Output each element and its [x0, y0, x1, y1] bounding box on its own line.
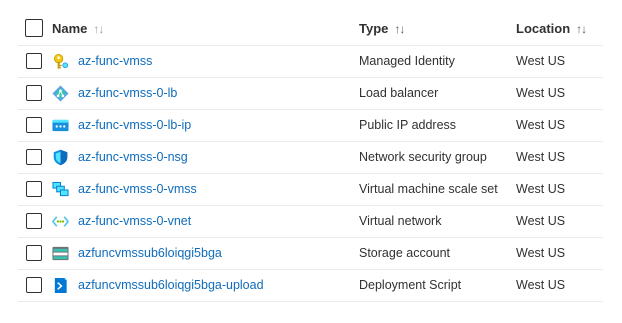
table-row: azfuncvmssub6loiqgi5bga-upload Deploymen…	[18, 270, 603, 302]
resource-name-link[interactable]: az-func-vmss-0-vnet	[78, 206, 191, 237]
table-row: az-func-vmss-0-vmss Virtual machine scal…	[18, 174, 603, 206]
resource-type: Managed Identity	[359, 54, 455, 68]
resource-name-link[interactable]: az-func-vmss-0-lb	[78, 78, 177, 109]
row-checkbox[interactable]	[26, 213, 42, 229]
row-checkbox[interactable]	[26, 117, 42, 133]
row-checkbox[interactable]	[26, 53, 42, 69]
table-row: az-func-vmss-0-nsg Network security grou…	[18, 142, 603, 174]
resource-location: West US	[516, 214, 566, 228]
resource-location: West US	[516, 118, 566, 132]
managed-identity-icon	[52, 53, 69, 70]
sort-icon: ↑↓	[576, 22, 587, 36]
load-balancer-icon	[52, 85, 69, 102]
table-row: azfuncvmssub6loiqgi5bga Storage account …	[18, 238, 603, 270]
vmss-icon	[52, 181, 69, 198]
resource-type: Load balancer	[359, 86, 439, 100]
column-header-location[interactable]: Location ↑↓	[516, 12, 587, 46]
table-row: az-func-vmss-0-lb-ip Public IP address W…	[18, 110, 603, 142]
row-checkbox[interactable]	[26, 277, 42, 293]
row-checkbox[interactable]	[26, 149, 42, 165]
table-row: az-func-vmss-0-lb Load balancer West US	[18, 78, 603, 110]
resource-location: West US	[516, 246, 566, 260]
sort-icon: ↑↓	[93, 22, 104, 36]
table-row: az-func-vmss Managed Identity West US	[18, 46, 603, 78]
column-header-name[interactable]: Name ↑↓	[52, 12, 104, 46]
resource-name-link[interactable]: azfuncvmssub6loiqgi5bga	[78, 238, 222, 269]
resource-type: Network security group	[359, 150, 487, 164]
resource-type: Virtual machine scale set	[359, 182, 498, 196]
resource-type: Deployment Script	[359, 278, 462, 292]
deployment-script-icon	[52, 277, 69, 294]
resource-location: West US	[516, 54, 566, 68]
column-header-name-label: Name	[52, 21, 88, 36]
resource-type: Virtual network	[359, 214, 442, 228]
column-header-location-label: Location	[516, 21, 571, 36]
row-checkbox[interactable]	[26, 245, 42, 261]
resource-location: West US	[516, 86, 566, 100]
row-checkbox[interactable]	[26, 181, 42, 197]
resource-name-link[interactable]: az-func-vmss-0-vmss	[78, 174, 197, 205]
resource-location: West US	[516, 182, 566, 196]
network-security-group-icon	[52, 149, 69, 166]
resource-name-link[interactable]: az-func-vmss	[78, 46, 152, 77]
sort-icon: ↑↓	[394, 22, 405, 36]
column-header-type-label: Type	[359, 21, 389, 36]
public-ip-icon	[52, 117, 69, 134]
resource-type: Public IP address	[359, 118, 457, 132]
storage-account-icon	[52, 245, 69, 262]
table-row: az-func-vmss-0-vnet Virtual network West…	[18, 206, 603, 238]
resource-name-link[interactable]: az-func-vmss-0-nsg	[78, 142, 188, 173]
resource-location: West US	[516, 278, 566, 292]
row-checkbox[interactable]	[26, 85, 42, 101]
select-all-checkbox[interactable]	[25, 19, 43, 37]
virtual-network-icon	[52, 213, 69, 230]
resource-grid: Name ↑↓ Type ↑↓ Location ↑↓ az-func-vmss Ma…	[18, 12, 603, 302]
column-header-type[interactable]: Type ↑↓	[359, 12, 405, 46]
resource-name-link[interactable]: az-func-vmss-0-lb-ip	[78, 110, 191, 141]
grid-header: Name ↑↓ Type ↑↓ Location ↑↓	[18, 12, 603, 46]
resource-type: Storage account	[359, 246, 451, 260]
resource-name-link[interactable]: azfuncvmssub6loiqgi5bga-upload	[78, 270, 264, 301]
resource-location: West US	[516, 150, 566, 164]
